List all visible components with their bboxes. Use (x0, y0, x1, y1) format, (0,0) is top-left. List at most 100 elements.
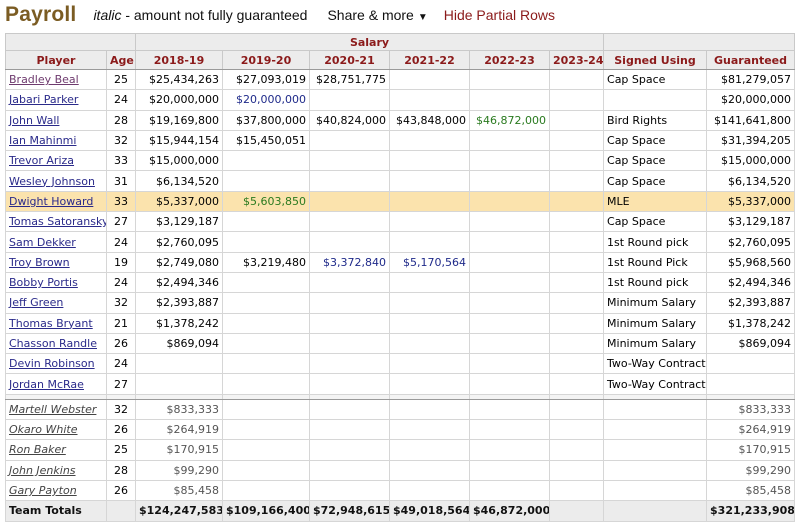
salary-cell (222, 292, 310, 314)
salary-cell: $3,129,187 (135, 211, 223, 233)
salary-cell (309, 419, 390, 441)
salary-cell (222, 312, 310, 334)
player-row: Tomas Satoransky 27 $3,129,187 Cap Space $3,… (5, 211, 796, 233)
player-cell: Trevor Ariza (5, 150, 107, 172)
player-cell: Thomas Bryant (5, 312, 107, 334)
age-cell: 24 (106, 271, 136, 294)
salary-amount: $20,000,000 (149, 93, 219, 107)
player-link[interactable]: Wesley Johnson (9, 175, 95, 188)
player-row: Sam Dekker 24 $2,760,095 1st Round pick $2,7… (5, 231, 796, 253)
player-link[interactable]: Trevor Ariza (9, 154, 74, 167)
signed-using-cell: Bird Rights (603, 109, 708, 131)
player-link[interactable]: Jordan McRae (9, 378, 84, 391)
age-cell: 26 (106, 332, 136, 355)
age-cell: 24 (106, 89, 136, 111)
column-header-2023-24[interactable]: 2023-24 (548, 50, 605, 70)
salary-cell (222, 150, 310, 172)
column-header-2022-23[interactable]: 2022-23 (469, 50, 550, 70)
guaranteed-cell: $81,279,057 (706, 68, 796, 91)
salary-cell (548, 170, 605, 192)
total-salary-cell: $49,018,564 (389, 500, 470, 522)
player-row: Chasson Randle 26 $869,094 Minimum Salary $8… (5, 332, 796, 355)
column-header-player[interactable]: Player (5, 50, 107, 70)
signed-using-cell: Cap Space (603, 150, 708, 172)
signed-using-cell: Minimum Salary (603, 312, 708, 334)
player-cell: Ron Baker (5, 439, 107, 461)
payroll-body: Bradley Beal 25 $25,434,263 $27,093,019 $28,… (5, 68, 796, 522)
salary-amount: $85,458 (173, 484, 220, 498)
age-cell: 28 (106, 109, 136, 131)
salary-cell (548, 109, 605, 131)
column-header-2018-19[interactable]: 2018-19 (135, 50, 223, 70)
player-link[interactable]: Thomas Bryant (9, 317, 93, 330)
salary-cell (309, 479, 390, 502)
player-link[interactable]: Ron Baker (9, 443, 66, 456)
salary-cell (469, 312, 550, 334)
player-link[interactable]: Okaro White (9, 423, 78, 436)
salary-cell (548, 129, 605, 152)
salary-cell: $5,603,850 (222, 190, 310, 213)
salary-cell (548, 439, 605, 461)
salary-amount: $15,450,051 (236, 134, 306, 148)
hide-partial-rows-link[interactable]: Hide Partial Rows (444, 7, 555, 23)
player-row: Thomas Bryant 21 $1,378,242 Minimum Salary $… (5, 312, 796, 334)
signed-using-cell: 1st Round Pick (603, 251, 708, 273)
salary-amount: $99,290 (173, 463, 220, 477)
salary-amount: $28,751,775 (316, 73, 386, 87)
player-link[interactable]: Jabari Parker (9, 93, 78, 106)
totals-age-cell (106, 500, 136, 522)
player-link[interactable]: Bobby Portis (9, 276, 78, 289)
salary-cell: $869,094 (135, 332, 223, 355)
salary-cell: $3,372,840 (309, 251, 390, 273)
column-header-guaranteed[interactable]: Guaranteed (706, 50, 796, 70)
player-link[interactable]: Tomas Satoransky (9, 215, 106, 228)
salary-cell (469, 129, 550, 152)
player-link[interactable]: Ian Mahinmi (9, 134, 76, 147)
caret-down-icon: ▼ (417, 12, 428, 23)
salary-cell (548, 251, 605, 273)
share-more-menu[interactable]: Share & more ▼ (327, 7, 427, 23)
salary-cell (222, 211, 310, 233)
player-link[interactable]: Troy Brown (9, 256, 70, 269)
player-link[interactable]: Dwight Howard (9, 195, 93, 208)
player-link[interactable]: John Wall (9, 114, 59, 127)
player-link[interactable]: Sam Dekker (9, 236, 76, 249)
guaranteed-cell: $2,393,887 (706, 292, 796, 314)
player-link[interactable]: Bradley Beal (9, 73, 79, 86)
column-header-2019-20[interactable]: 2019-20 (222, 50, 310, 70)
player-row: Bobby Portis 24 $2,494,346 1st Round pick $2… (5, 271, 796, 294)
column-header-age[interactable]: Age (106, 50, 136, 70)
age-cell: 27 (106, 211, 136, 233)
player-link[interactable]: Devin Robinson (9, 357, 95, 370)
signed-using-cell: Cap Space (603, 170, 708, 192)
player-link[interactable]: Jeff Green (9, 296, 63, 309)
salary-cell (309, 170, 390, 192)
player-link[interactable]: Gary Payton (9, 484, 77, 497)
guaranteed-cell: $869,094 (706, 332, 796, 355)
salary-amount: $2,760,095 (156, 235, 219, 249)
salary-cell (309, 439, 390, 461)
signed-using-cell: MLE (603, 190, 708, 213)
age-cell: 32 (106, 292, 136, 314)
column-header-2020-21[interactable]: 2020-21 (309, 50, 390, 70)
salary-cell (309, 292, 390, 314)
salary-cell (389, 190, 470, 213)
column-header-2021-22[interactable]: 2021-22 (389, 50, 470, 70)
salary-cell: $20,000,000 (135, 89, 223, 111)
player-link[interactable]: Martell Webster (9, 403, 96, 416)
signed-using-cell (603, 479, 708, 502)
signed-using-cell (603, 89, 708, 111)
salary-cell (469, 439, 550, 461)
salary-cell (309, 150, 390, 172)
player-row: Ian Mahinmi 32 $15,944,154 $15,450,051 Cap S… (5, 129, 796, 152)
age-cell: 33 (106, 150, 136, 172)
player-row: Jabari Parker 24 $20,000,000 $20,000,000 $20… (5, 89, 796, 111)
salary-cell (548, 190, 605, 213)
age-cell: 24 (106, 353, 136, 375)
player-link[interactable]: Chasson Randle (9, 337, 97, 350)
salary-cell (222, 398, 310, 421)
column-header-signed-using[interactable]: Signed Using (603, 50, 708, 70)
salary-cell (469, 271, 550, 294)
signed-using-cell: Two-Way Contract (603, 373, 708, 395)
player-link[interactable]: John Jenkins (9, 464, 76, 477)
